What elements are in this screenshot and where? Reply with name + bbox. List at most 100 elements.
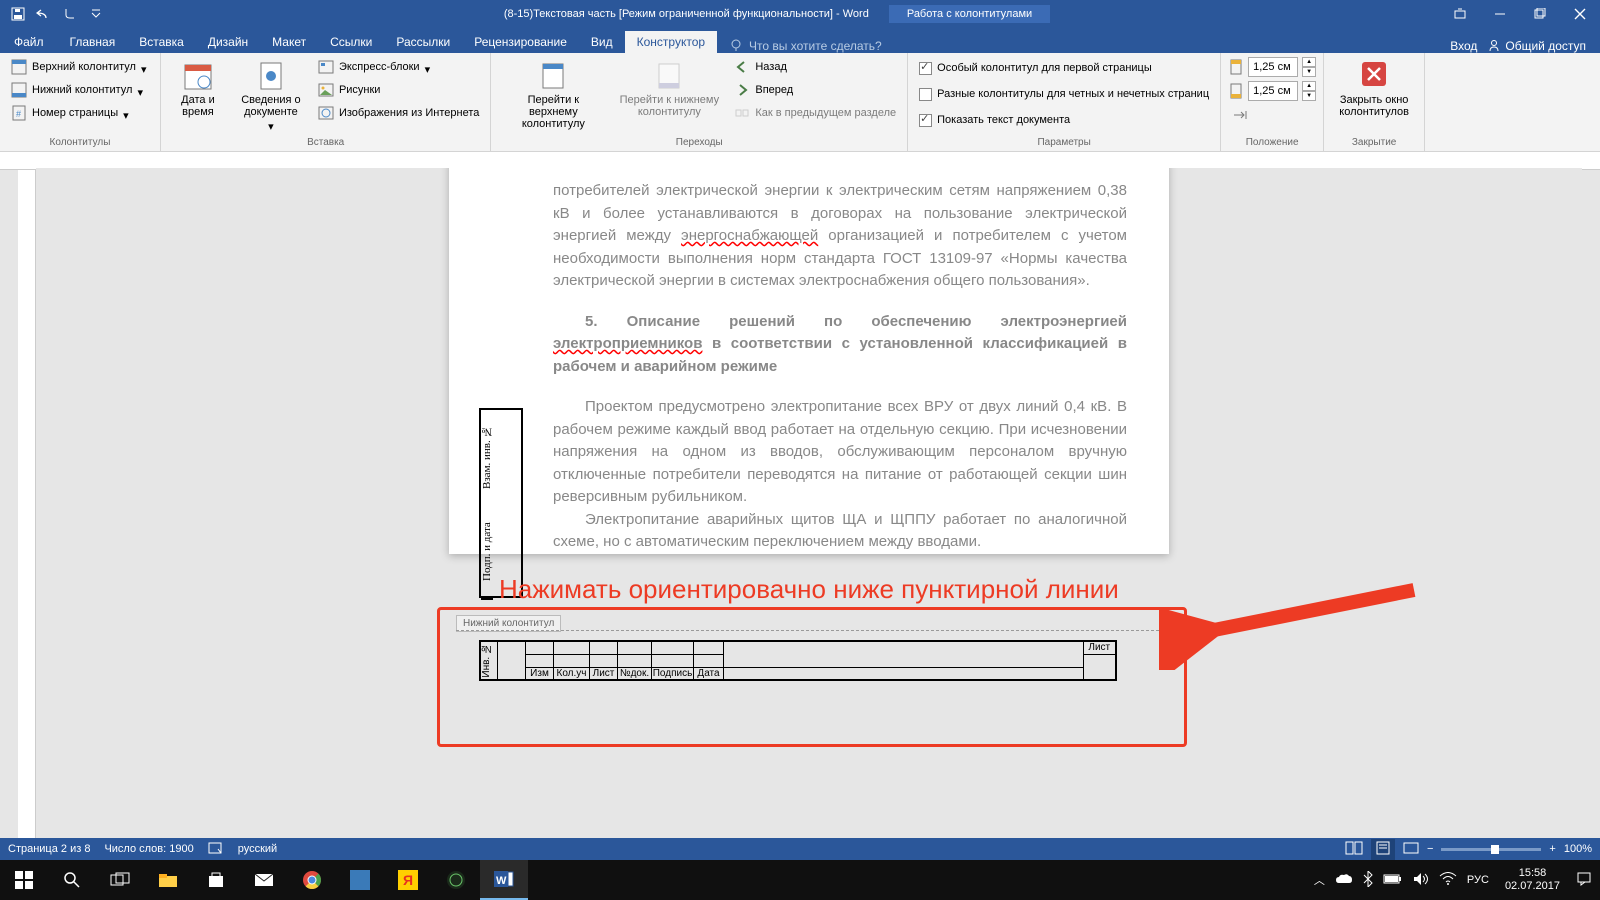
share-button[interactable]: Общий доступ bbox=[1487, 39, 1586, 53]
title-block-table: Инв. № Лист ИзмКол.учЛист№док.ПодписьДат… bbox=[479, 640, 1117, 681]
tab-links[interactable]: Ссылки bbox=[318, 31, 384, 53]
odd-even-checkbox[interactable]: Разные колонтитулы для четных и нечетных… bbox=[914, 83, 1214, 105]
zoom-in-icon[interactable]: + bbox=[1549, 843, 1555, 855]
status-language[interactable]: русский bbox=[238, 843, 277, 855]
tab-layout[interactable]: Макет bbox=[260, 31, 318, 53]
document-title: (8-15)Текстовая часть [Режим ограниченно… bbox=[504, 8, 869, 20]
online-pictures-button[interactable]: Изображения из Интернета bbox=[313, 102, 484, 124]
tab-design[interactable]: Дизайн bbox=[196, 31, 260, 53]
yandex-icon[interactable]: Я bbox=[384, 860, 432, 900]
tray-lang[interactable]: РУС bbox=[1467, 874, 1489, 886]
show-doc-checkbox[interactable]: Показать текст документа bbox=[914, 109, 1214, 131]
footer-from-bottom[interactable]: ▲▼ bbox=[1227, 80, 1317, 102]
ribbon-tabs: Файл Главная Вставка Дизайн Макет Ссылки… bbox=[0, 28, 1600, 53]
app-icon-2[interactable] bbox=[432, 860, 480, 900]
volume-icon[interactable] bbox=[1413, 872, 1429, 889]
doc-info-button[interactable]: Сведения о документе▾ bbox=[233, 56, 309, 132]
document-area[interactable]: потребителей электрической энергии к эле… bbox=[36, 168, 1582, 864]
date-time-button[interactable]: Дата и время bbox=[167, 56, 229, 132]
hfromtop-icon bbox=[1228, 59, 1244, 75]
zoom-slider[interactable] bbox=[1441, 848, 1541, 851]
mail-icon[interactable] bbox=[240, 860, 288, 900]
group-navigation: Перейти к верхнему колонтитулу Перейти к… bbox=[491, 53, 908, 151]
close-icon[interactable] bbox=[1560, 0, 1600, 28]
quick-parts-button[interactable]: Экспресс-блоки▾ bbox=[313, 56, 484, 78]
goto-header-button[interactable]: Перейти к верхнему колонтитулу bbox=[497, 56, 609, 132]
explorer-icon[interactable] bbox=[144, 860, 192, 900]
close-header-footer-button[interactable]: Закрыть окно колонтитулов bbox=[1330, 56, 1418, 132]
footer-bottom-input[interactable] bbox=[1248, 81, 1298, 101]
page-number-button[interactable]: #Номер страницы▾ bbox=[6, 102, 154, 124]
header-icon bbox=[11, 59, 27, 75]
tray-chevron-icon[interactable]: ︿ bbox=[1314, 872, 1325, 888]
tab-home[interactable]: Главная bbox=[58, 31, 128, 53]
goto-footer-button: Перейти к нижнему колонтитулу bbox=[613, 56, 725, 132]
save-icon[interactable] bbox=[6, 2, 30, 26]
word-icon[interactable]: W bbox=[480, 860, 528, 900]
view-print-icon[interactable] bbox=[1371, 839, 1395, 860]
checkbox-off-icon bbox=[919, 88, 932, 101]
tab-designer[interactable]: Конструктор bbox=[625, 31, 717, 53]
status-page[interactable]: Страница 2 из 8 bbox=[8, 843, 90, 855]
search-icon[interactable] bbox=[48, 860, 96, 900]
action-center-icon[interactable] bbox=[1576, 871, 1592, 890]
ribbon-options-icon[interactable] bbox=[1440, 0, 1480, 28]
header-from-top[interactable]: ▲▼ bbox=[1227, 56, 1317, 78]
signin-link[interactable]: Вход bbox=[1450, 39, 1477, 53]
tray-clock[interactable]: 15:5802.07.2017 bbox=[1499, 867, 1566, 893]
bluetooth-icon[interactable] bbox=[1363, 871, 1373, 890]
zoom-out-icon[interactable]: − bbox=[1427, 843, 1433, 855]
onedrive-icon[interactable] bbox=[1335, 873, 1353, 888]
insert-alignment-tab[interactable] bbox=[1227, 104, 1317, 126]
annotation-arrow bbox=[1159, 580, 1419, 670]
system-tray: ︿ РУС 15:5802.07.2017 bbox=[1306, 867, 1600, 893]
ribbon: Верхний колонтитул▾ Нижний колонтитул▾ #… bbox=[0, 53, 1600, 152]
gotofooter-icon bbox=[653, 60, 685, 92]
wifi-icon[interactable] bbox=[1439, 872, 1457, 889]
view-read-icon[interactable] bbox=[1345, 841, 1363, 858]
tell-me-search[interactable]: Что вы хотите сделать? bbox=[717, 39, 1436, 53]
view-web-icon[interactable] bbox=[1403, 841, 1419, 858]
page: потребителей электрической энергии к эле… bbox=[449, 168, 1169, 554]
status-words[interactable]: Число слов: 1900 bbox=[104, 843, 193, 855]
tab-view[interactable]: Вид bbox=[579, 31, 625, 53]
group-position: ▲▼ ▲▼ Положение bbox=[1221, 53, 1324, 151]
pagenum-icon: # bbox=[11, 105, 27, 121]
tab-review[interactable]: Рецензирование bbox=[462, 31, 579, 53]
next-button[interactable]: Вперед bbox=[729, 79, 901, 101]
vertical-ruler[interactable] bbox=[18, 170, 36, 864]
zoom-level[interactable]: 100% bbox=[1564, 843, 1592, 855]
app-icon-1[interactable] bbox=[336, 860, 384, 900]
footer-boundary bbox=[456, 630, 1169, 631]
minimize-icon[interactable] bbox=[1480, 0, 1520, 28]
previous-button[interactable]: Назад bbox=[729, 56, 901, 78]
ffrombottom-icon bbox=[1228, 83, 1244, 99]
svg-text:Я: Я bbox=[403, 872, 413, 888]
spellcheck-icon[interactable] bbox=[208, 841, 224, 858]
undo-icon[interactable] bbox=[32, 2, 56, 26]
picture-icon bbox=[318, 82, 334, 98]
taskbar: Я W ︿ РУС 15:5802.07.2017 bbox=[0, 860, 1600, 900]
title-bar: (8-15)Текстовая часть [Режим ограниченно… bbox=[0, 0, 1600, 28]
store-icon[interactable] bbox=[192, 860, 240, 900]
footer-button[interactable]: Нижний колонтитул▾ bbox=[6, 79, 154, 101]
qat-customize-icon[interactable] bbox=[84, 2, 108, 26]
redo-icon[interactable] bbox=[58, 2, 82, 26]
header-button[interactable]: Верхний колонтитул▾ bbox=[6, 56, 154, 78]
start-button[interactable] bbox=[0, 860, 48, 900]
tab-mailings[interactable]: Рассылки bbox=[384, 31, 462, 53]
svg-text:W: W bbox=[496, 875, 507, 887]
group-close: Закрыть окно колонтитулов Закрытие bbox=[1324, 53, 1425, 151]
checkbox-on-icon bbox=[919, 114, 932, 127]
calendar-icon bbox=[182, 60, 214, 92]
battery-icon[interactable] bbox=[1383, 873, 1403, 888]
header-top-input[interactable] bbox=[1248, 57, 1298, 77]
first-page-checkbox[interactable]: Особый колонтитул для первой страницы bbox=[914, 57, 1214, 79]
tab-file[interactable]: Файл bbox=[0, 31, 58, 53]
tab-insert[interactable]: Вставка bbox=[127, 31, 196, 53]
taskview-icon[interactable] bbox=[96, 860, 144, 900]
pictures-button[interactable]: Рисунки bbox=[313, 79, 484, 101]
status-bar: Страница 2 из 8 Число слов: 1900 русский… bbox=[0, 838, 1600, 860]
chrome-icon[interactable] bbox=[288, 860, 336, 900]
maximize-icon[interactable] bbox=[1520, 0, 1560, 28]
